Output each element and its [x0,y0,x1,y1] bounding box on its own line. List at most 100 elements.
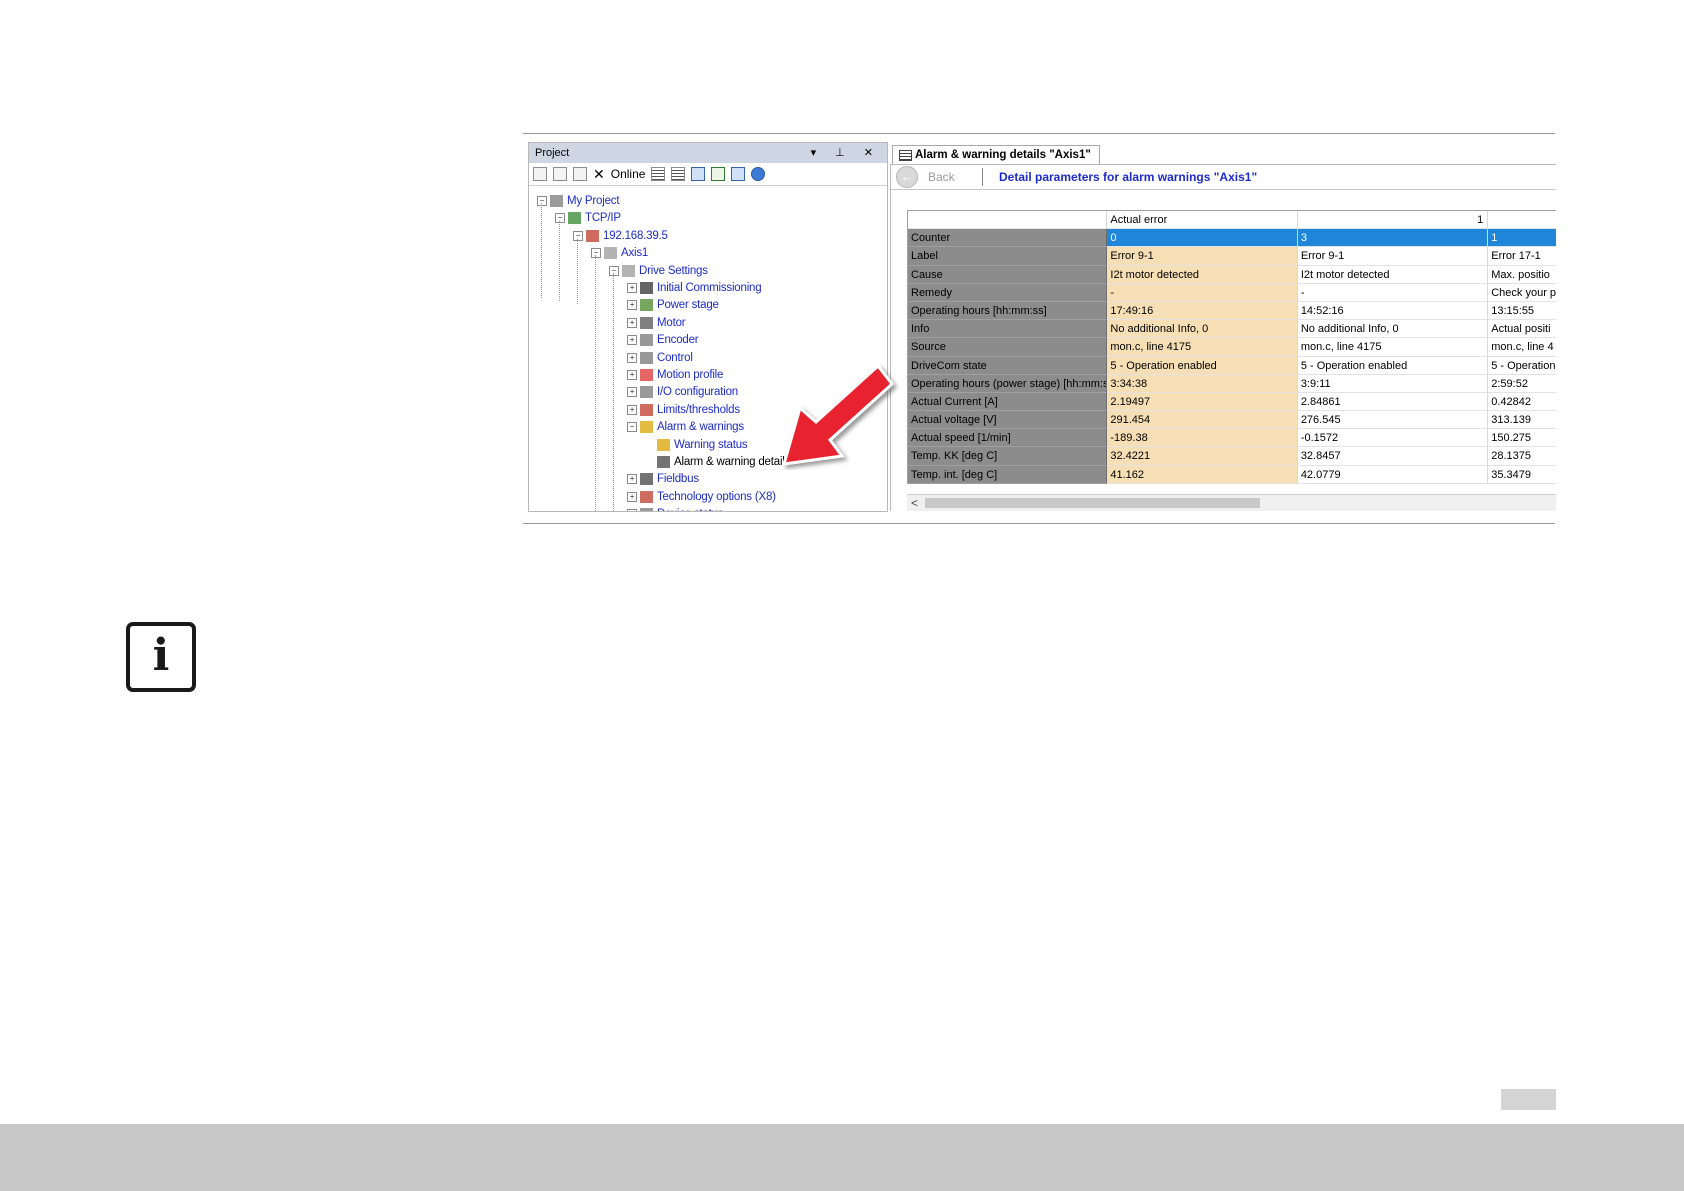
tree-item[interactable]: + I/O configuration [627,384,738,400]
expand-icon[interactable]: + [627,300,637,311]
table-cell[interactable]: 2.84861 [1297,392,1489,412]
table-cell[interactable]: -189.38 [1107,429,1298,448]
tree-item[interactable]: + Fieldbus [627,471,699,487]
table-cell[interactable]: -0.1572 [1297,429,1489,448]
table-cell[interactable]: Max. positio [1488,266,1556,284]
table-row[interactable]: Temp. int. [deg C] 41.162 42.0779 35.3479 [908,465,1556,484]
table-cell[interactable]: 32.4221 [1107,447,1298,466]
table-cell[interactable]: 3:9:11 [1297,374,1489,393]
list-view-icon[interactable] [671,167,686,181]
scroll-left-icon[interactable]: < [911,495,918,511]
table-cell[interactable]: Error 17-1 [1488,247,1556,266]
table-cell[interactable]: 28.1375 [1488,447,1556,466]
expand-icon[interactable]: + [627,283,637,293]
table-row[interactable]: Operating hours [hh:mm:ss] 17:49:16 14:52:… [908,301,1556,321]
column-header[interactable] [1488,211,1556,230]
expand-icon[interactable]: + [627,370,637,380]
table-row[interactable]: Source mon.c, line 4175 mon.c, line 4175 mo… [908,338,1556,357]
table-cell[interactable]: mon.c, line 4175 [1107,338,1298,357]
collapse-icon[interactable]: − [609,265,619,276]
table-cell[interactable]: 0.42842 [1488,393,1556,412]
expand-icon[interactable]: + [627,317,637,328]
tree-item[interactable]: − Drive Settings [609,263,708,279]
expand-icon[interactable]: + [627,509,637,511]
table-cell[interactable]: Error 9-1 [1297,247,1489,266]
table-cell[interactable]: 35.3479 [1488,466,1556,484]
table-cell[interactable]: 32.8457 [1297,447,1489,466]
table-cell[interactable]: mon.c, line 4 [1488,338,1556,357]
tree-item[interactable]: + Initial Commissioning [627,280,762,296]
online-button[interactable]: Online [611,167,646,181]
table-row[interactable]: Operating hours (power stage) [hh:mm:ss]… [908,374,1556,393]
tree-item[interactable]: − My Project [537,193,620,209]
collapse-icon[interactable]: − [573,230,583,241]
table-cell[interactable]: - [1297,283,1489,302]
table-cell[interactable]: - [1107,283,1298,302]
delete-icon[interactable]: ✕ [593,166,605,183]
table-row[interactable]: Info No additional Info, 0 No additional I… [908,320,1556,339]
expand-icon[interactable]: + [627,335,637,346]
help-globe-icon[interactable] [751,167,766,181]
table-cell[interactable]: 41.162 [1107,465,1298,484]
table-cell[interactable]: 313.139 [1488,411,1556,430]
collapse-icon[interactable]: − [591,248,601,259]
table-cell[interactable]: 2:59:52 [1488,375,1556,393]
tree-item[interactable]: + Control [627,350,693,366]
table-row[interactable]: Remedy - - Check your p [908,283,1556,302]
table-row[interactable]: Actual Current [A] 2.19497 2.84861 0.42842 [908,392,1556,412]
table-cell[interactable]: 291.454 [1107,411,1298,430]
table-cell[interactable]: No additional Info, 0 [1297,320,1489,339]
table-cell[interactable]: No additional Info, 0 [1107,320,1298,339]
table-cell[interactable]: 42.0779 [1297,465,1489,484]
column-header[interactable] [908,211,1108,230]
pane-controls[interactable]: ▾ ⊥ ✕ [811,143,881,163]
tree-item[interactable]: + Limits/thresholds [627,402,740,418]
tab-alarm-warning-details[interactable]: Alarm & warning details "Axis1" [892,145,1100,164]
tree-item[interactable]: − Axis1 [591,245,648,261]
tree-item[interactable]: Alarm & warning details [645,454,790,470]
tree-item[interactable]: + Technology options (X8) [627,489,776,505]
expand-icon[interactable]: + [627,404,637,415]
table-row[interactable]: Label Error 9-1 Error 9-1 Error 17-1 [908,247,1556,266]
tree-item[interactable]: + Motion profile [627,367,723,383]
export-icon[interactable] [731,167,746,181]
table-row[interactable]: Counter 0 3 1 [908,229,1556,248]
table-cell[interactable]: 150.275 [1488,429,1556,448]
table-cell[interactable]: 14:52:16 [1297,301,1489,321]
table-cell[interactable]: 5 - Operation enabled [1297,356,1489,375]
collapse-icon[interactable]: − [627,422,637,433]
table-cell[interactable]: 276.545 [1297,411,1489,430]
tree-item[interactable]: + Device status [627,506,724,511]
table-cell[interactable]: 13:15:55 [1488,302,1556,321]
expand-icon[interactable]: + [627,352,637,363]
table-cell[interactable]: 5 - Operation [1488,357,1556,375]
table-row[interactable]: Actual speed [1/min] -189.38 -0.1572 150.27… [908,429,1556,448]
expand-icon[interactable]: + [627,474,637,485]
table-cell[interactable]: 3:34:38 [1107,374,1298,393]
spreadsheet-icon[interactable] [711,167,726,181]
tree-item[interactable]: − 192.168.39.5 [573,228,668,244]
new-document-icon[interactable] [573,167,587,181]
scroll-thumb[interactable] [925,498,1260,508]
table-row[interactable]: Actual voltage [V] 291.454 276.545 313.139 [908,411,1556,430]
collapse-icon[interactable]: − [555,213,565,224]
table-cell[interactable]: Actual positi [1488,320,1556,339]
horizontal-scrollbar[interactable]: < [907,494,1556,511]
back-button[interactable]: Back [928,170,978,184]
table-row[interactable]: Cause I2t motor detected I2t motor detecte… [908,265,1556,284]
table-row[interactable]: DriveCom state 5 - Operation enabled 5 - O… [908,356,1556,375]
table-cell[interactable]: mon.c, line 4175 [1297,338,1489,357]
table-cell[interactable]: Error 9-1 [1107,247,1298,266]
table-cell[interactable]: Check your p [1488,284,1556,302]
tree-item[interactable]: − Alarm & warnings [627,419,744,435]
table-cell[interactable]: 2.19497 [1107,392,1298,412]
table-cell[interactable]: 0 [1107,229,1298,248]
collapse-icon[interactable]: − [537,196,547,206]
table-cell[interactable]: 5 - Operation enabled [1107,356,1298,375]
tree-item[interactable]: + Power stage [627,297,719,313]
table-row[interactable]: Temp. KK [deg C] 32.4221 32.8457 28.1375 [908,447,1556,466]
expand-icon[interactable]: + [627,387,637,398]
back-arrow-icon[interactable]: ← [896,166,918,188]
table-cell[interactable]: 17:49:16 [1107,301,1298,321]
tree-item[interactable]: + Motor [627,315,686,331]
